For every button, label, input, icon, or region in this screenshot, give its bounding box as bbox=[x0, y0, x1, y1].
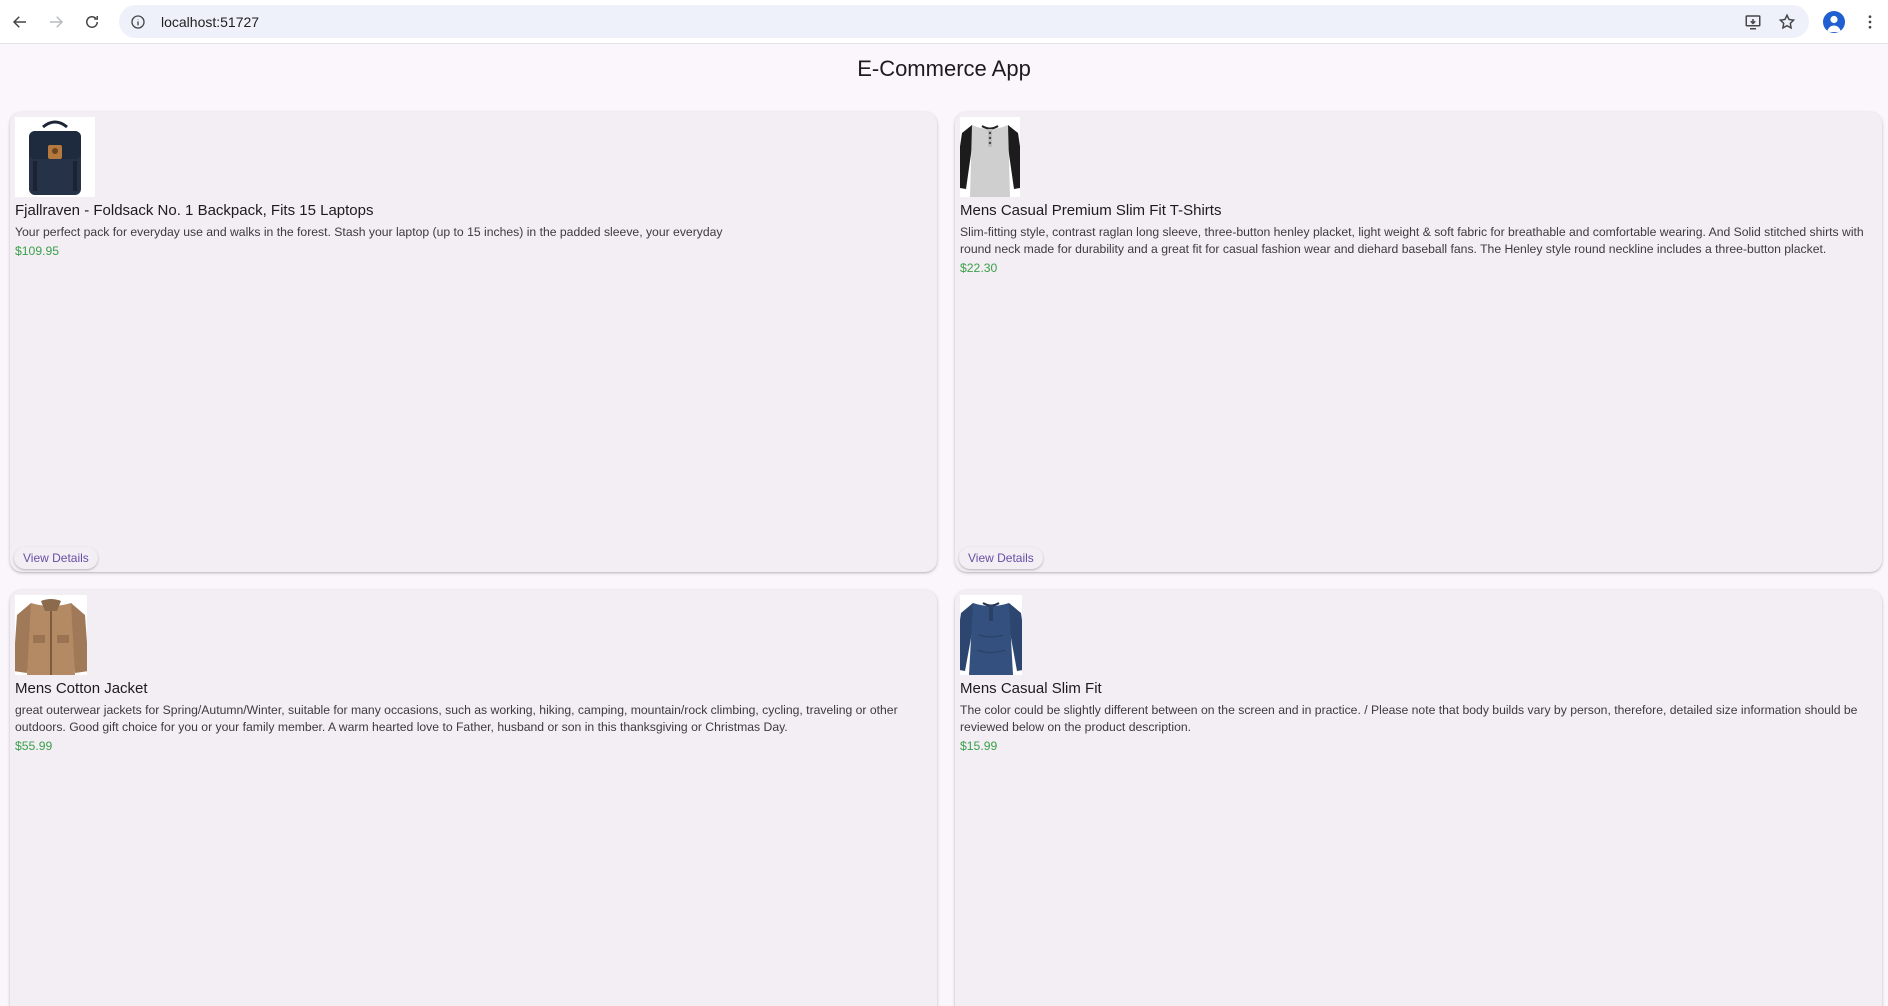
product-card: Mens Cotton Jacket great outerwear jacke… bbox=[10, 590, 937, 1006]
product-price: $22.30 bbox=[960, 261, 998, 275]
product-price: $109.95 bbox=[15, 244, 60, 258]
install-icon[interactable] bbox=[1743, 12, 1763, 32]
info-icon[interactable] bbox=[130, 14, 146, 30]
product-card: Mens Casual Slim Fit The color could be … bbox=[955, 590, 1882, 1006]
product-image-backpack bbox=[15, 117, 95, 197]
product-name: Mens Casual Slim Fit bbox=[960, 680, 1102, 697]
product-description: The color could be slightly different be… bbox=[960, 703, 1858, 734]
product-description: great outerwear jackets for Spring/Autum… bbox=[15, 703, 898, 734]
url-text[interactable]: localhost:51727 bbox=[161, 14, 259, 30]
star-icon[interactable] bbox=[1777, 12, 1797, 32]
browser-toolbar: localhost:51727 bbox=[0, 0, 1888, 44]
product-card: Mens Casual Premium Slim Fit T-Shirts Sl… bbox=[955, 112, 1882, 572]
product-name: Mens Cotton Jacket bbox=[15, 680, 148, 697]
profile-icon[interactable] bbox=[1816, 4, 1852, 40]
product-price: $15.99 bbox=[960, 739, 998, 753]
product-image-long-sleeve-shirt bbox=[960, 595, 1022, 675]
forward-icon[interactable] bbox=[38, 4, 74, 40]
product-image-raglan-shirt bbox=[960, 117, 1020, 197]
view-details-button[interactable]: View Details bbox=[959, 547, 1043, 569]
page-title: E-Commerce App bbox=[857, 56, 1031, 81]
product-name: Fjallraven - Foldsack No. 1 Backpack, Fi… bbox=[15, 202, 374, 219]
address-bar[interactable]: localhost:51727 bbox=[119, 5, 1809, 38]
reload-icon[interactable] bbox=[74, 4, 110, 40]
product-image-jacket bbox=[15, 595, 87, 675]
menu-icon[interactable] bbox=[1852, 4, 1888, 40]
product-name: Mens Casual Premium Slim Fit T-Shirts bbox=[960, 202, 1222, 219]
product-card: Fjallraven - Foldsack No. 1 Backpack, Fi… bbox=[10, 112, 937, 572]
product-price: $55.99 bbox=[15, 739, 53, 753]
view-details-button[interactable]: View Details bbox=[14, 547, 98, 569]
back-icon[interactable] bbox=[2, 4, 38, 40]
product-description: Slim-fitting style, contrast raglan long… bbox=[960, 225, 1864, 256]
product-grid: Fjallraven - Foldsack No. 1 Backpack, Fi… bbox=[10, 112, 1882, 1006]
product-description: Your perfect pack for everyday use and w… bbox=[15, 225, 723, 239]
